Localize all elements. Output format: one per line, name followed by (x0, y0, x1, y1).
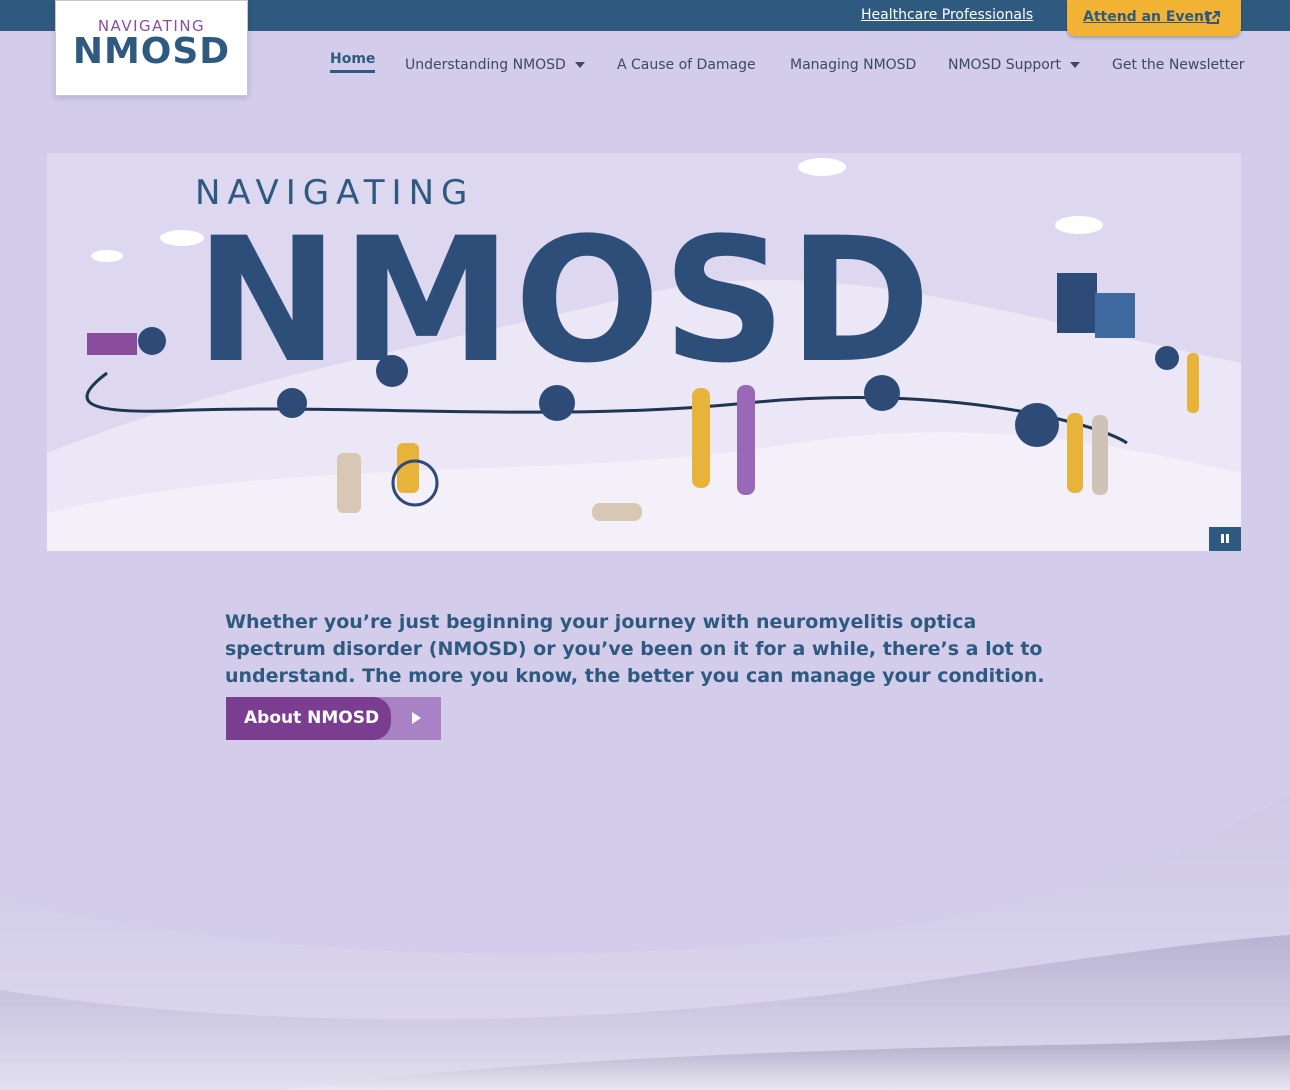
nav-understanding-nmosd[interactable]: Understanding NMOSD (405, 56, 566, 74)
decorative-waves (0, 795, 1290, 1090)
healthcare-professionals-link[interactable]: Healthcare Professionals (861, 6, 1033, 24)
chevron-down-icon[interactable] (1070, 62, 1080, 68)
nav-get-newsletter[interactable]: Get the Newsletter (1112, 56, 1245, 74)
nav-cause-of-damage[interactable]: A Cause of Damage (617, 56, 756, 74)
logo-wordmark: NMOSD (72, 31, 231, 72)
nav-managing-nmosd[interactable]: Managing NMOSD (790, 56, 916, 74)
external-link-icon (1207, 11, 1220, 24)
about-nmosd-label: About NMOSD (244, 708, 380, 728)
intro-text: Whether you’re just beginning your journ… (225, 611, 1045, 687)
attend-event-button[interactable]: Attend an Event (1067, 0, 1241, 36)
hero-big-title: NMOSD (195, 200, 933, 401)
hero-banner: NAVIGATING NMOSD (47, 153, 1241, 551)
site-logo[interactable]: NAVIGATING NMOSD (55, 0, 248, 96)
nav-nmosd-support[interactable]: NMOSD Support (948, 56, 1061, 74)
play-icon (412, 712, 421, 724)
nav-home[interactable]: Home (330, 50, 376, 73)
about-nmosd-button[interactable]: About NMOSD (226, 697, 441, 740)
attend-event-label: Attend an Event (1083, 9, 1211, 25)
pause-button[interactable] (1209, 527, 1241, 551)
chevron-down-icon[interactable] (575, 62, 585, 68)
